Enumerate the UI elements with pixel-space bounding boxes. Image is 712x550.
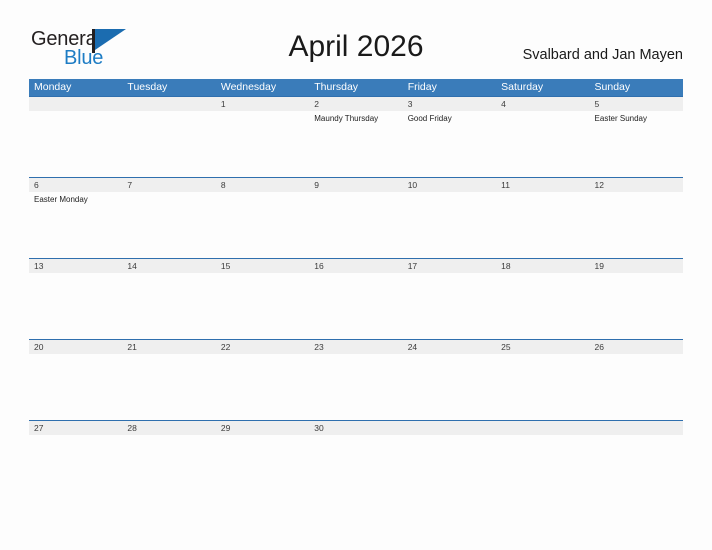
week-days: 13 14 15 16 17 18 19 <box>29 259 683 339</box>
day-number: 11 <box>501 180 510 190</box>
day-event: Maundy Thursday <box>314 114 379 123</box>
day-cell[interactable]: 27 <box>29 421 122 501</box>
day-cell[interactable]: 19 <box>590 259 683 339</box>
day-cell[interactable]: 25 <box>496 340 589 420</box>
day-cell[interactable]: 5 Easter Sunday <box>590 97 683 177</box>
day-cell[interactable]: 10 <box>403 178 496 258</box>
day-number: 21 <box>127 342 137 352</box>
day-number: 8 <box>220 180 226 190</box>
day-cell[interactable]: 4 <box>496 97 589 177</box>
day-cell[interactable]: 24 <box>403 340 496 420</box>
day-cell[interactable]: 16 <box>309 259 402 339</box>
weekday-header-sunday: Sunday <box>594 81 631 93</box>
day-number: 13 <box>34 261 44 271</box>
calendar-week-row: 1 2 Maundy Thursday 3 Good Friday 4 5 Easte… <box>29 96 683 177</box>
day-event: Good Friday <box>407 114 452 123</box>
day-number: 10 <box>407 180 418 190</box>
day-cell[interactable]: 26 <box>590 340 683 420</box>
day-cell[interactable]: 12 <box>590 178 683 258</box>
day-number: 19 <box>594 261 604 271</box>
day-cell[interactable] <box>496 421 589 501</box>
weekday-header-saturday: Saturday <box>501 81 544 93</box>
day-number: 14 <box>127 261 137 271</box>
day-cell[interactable]: 29 <box>216 421 309 501</box>
page-header: General Blue April 2026 Svalbard and Jan… <box>0 0 712 78</box>
day-cell[interactable]: 17 <box>403 259 496 339</box>
day-number: 16 <box>314 261 324 271</box>
day-number: 2 <box>314 99 319 109</box>
week-days: 20 21 22 23 24 25 26 <box>29 340 683 420</box>
day-cell[interactable]: 14 <box>122 259 215 339</box>
day-number: 5 <box>594 99 600 109</box>
weekday-header-row: Monday Tuesday Wednesday Thursday Friday… <box>29 79 683 96</box>
weekday-header-thursday: Thursday <box>314 81 359 93</box>
week-days: 27 28 29 30 <box>29 421 683 501</box>
day-cell[interactable] <box>29 97 122 177</box>
calendar-grid: Monday Tuesday Wednesday Thursday Friday… <box>29 79 683 501</box>
day-number: 28 <box>127 423 137 433</box>
day-number: 23 <box>314 342 324 352</box>
day-number: 12 <box>594 180 604 190</box>
weekday-header-friday: Friday <box>407 81 437 93</box>
location-label: Svalbard and Jan Mayen <box>522 47 683 63</box>
day-number: 29 <box>220 423 231 433</box>
day-cell[interactable]: 23 <box>309 340 402 420</box>
day-cell[interactable]: 13 <box>29 259 122 339</box>
day-cell[interactable]: 11 <box>496 178 589 258</box>
day-cell[interactable]: 15 <box>216 259 309 339</box>
day-event: Easter Sunday <box>594 114 648 123</box>
calendar-week-row: 27 28 29 30 <box>29 420 683 501</box>
day-cell[interactable]: 1 <box>216 97 309 177</box>
day-number: 7 <box>127 180 133 190</box>
day-cell[interactable]: 28 <box>122 421 215 501</box>
day-cell[interactable]: 6 Easter Monday <box>29 178 122 258</box>
day-number: 30 <box>314 423 324 433</box>
weekday-header-tuesday: Tuesday <box>127 81 168 93</box>
day-cell[interactable]: 7 <box>122 178 215 258</box>
week-days: 1 2 Maundy Thursday 3 Good Friday 4 5 Easte… <box>29 97 683 177</box>
day-number: 25 <box>501 342 511 352</box>
day-cell[interactable]: 20 <box>29 340 122 420</box>
day-number: 22 <box>220 342 231 352</box>
weekday-header-monday: Monday <box>34 81 72 93</box>
day-number: 24 <box>407 342 418 352</box>
day-cell[interactable]: 3 Good Friday <box>403 97 496 177</box>
calendar-week-row: 20 21 22 23 24 25 26 <box>29 339 683 420</box>
day-number: 3 <box>407 99 413 109</box>
calendar-page: General Blue April 2026 Svalbard and Jan… <box>0 0 712 550</box>
day-number: 26 <box>594 342 604 352</box>
day-cell[interactable] <box>590 421 683 501</box>
day-number: 17 <box>407 261 418 271</box>
day-number: 20 <box>34 342 44 352</box>
day-cell[interactable]: 21 <box>122 340 215 420</box>
day-cell[interactable]: 8 <box>216 178 309 258</box>
weekday-header-wednesday: Wednesday <box>220 81 277 93</box>
day-cell[interactable]: 2 Maundy Thursday <box>309 97 402 177</box>
day-event: Easter Monday <box>34 195 88 204</box>
day-cell[interactable]: 30 <box>309 421 402 501</box>
day-number: 15 <box>220 261 231 271</box>
day-cell[interactable]: 9 <box>309 178 402 258</box>
day-number: 4 <box>501 99 506 109</box>
day-cell[interactable]: 22 <box>216 340 309 420</box>
day-number: 9 <box>314 180 319 190</box>
day-number: 18 <box>501 261 511 271</box>
day-cell[interactable]: 18 <box>496 259 589 339</box>
day-number: 27 <box>34 423 44 433</box>
day-number: 1 <box>220 99 226 109</box>
calendar-week-row: 13 14 15 16 17 18 19 <box>29 258 683 339</box>
week-days: 6 Easter Monday 7 8 9 10 11 12 <box>29 178 683 258</box>
calendar-week-row: 6 Easter Monday 7 8 9 10 11 12 <box>29 177 683 258</box>
day-cell[interactable] <box>122 97 215 177</box>
day-cell[interactable] <box>403 421 496 501</box>
day-number: 6 <box>34 180 39 190</box>
